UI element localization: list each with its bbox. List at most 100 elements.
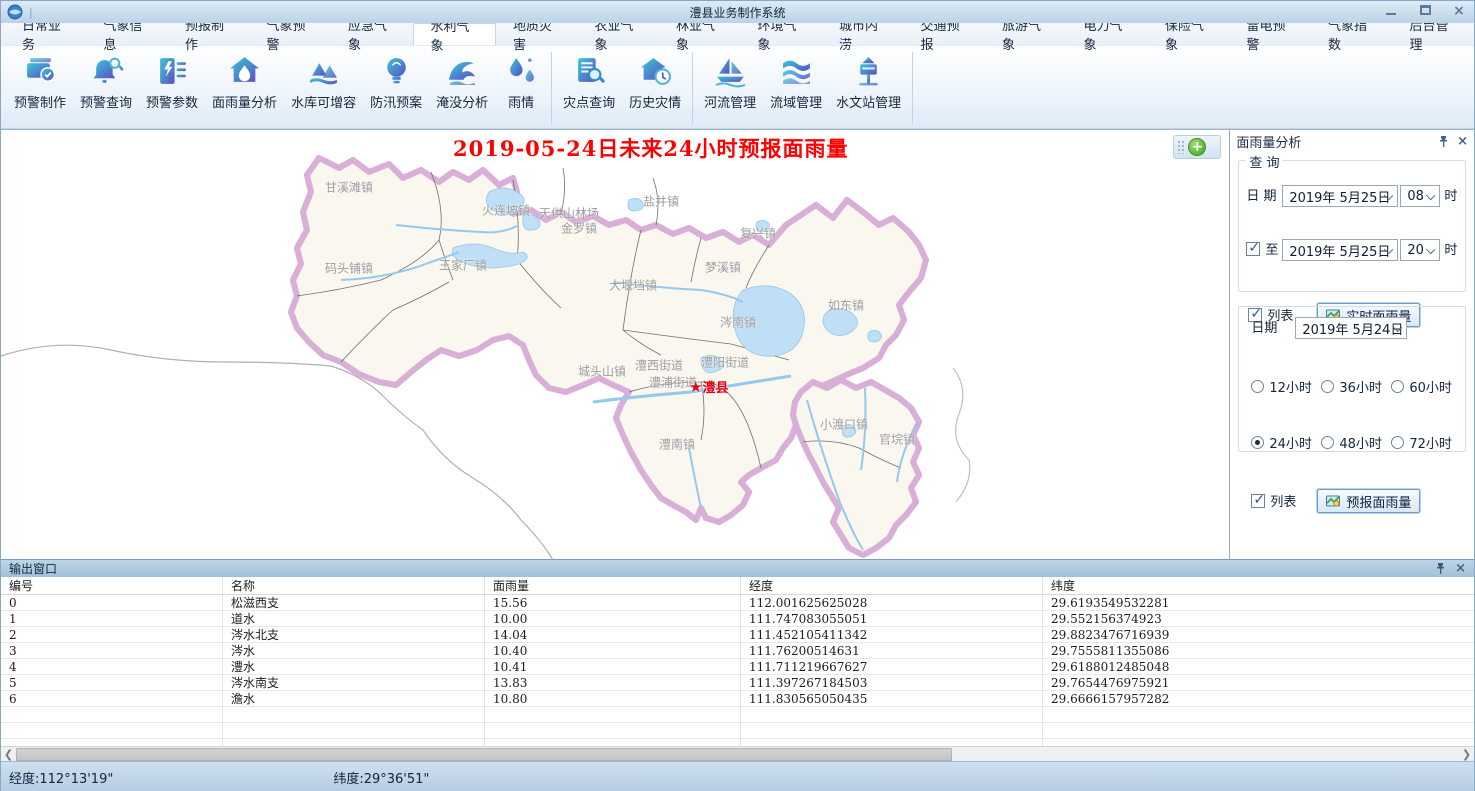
toolbar-label: 面雨量分析: [212, 92, 277, 111]
menu-item-0[interactable]: 日常业务: [5, 23, 87, 45]
radio-24小时[interactable]: 24小时: [1251, 433, 1312, 452]
toolbar-button-house-clock[interactable]: 历史灾情: [622, 50, 688, 126]
toolbar-button-sailboat[interactable]: 河流管理: [697, 50, 763, 126]
hydro-station-icon: [851, 52, 886, 88]
sailboat-icon: [713, 52, 748, 88]
toolbar-button-alert-params[interactable]: 预警参数: [139, 50, 205, 126]
hour-suffix: 时: [1444, 239, 1457, 258]
table-cell: [223, 707, 485, 722]
toolbar-button-hydro-station[interactable]: 水文站管理: [829, 50, 908, 126]
toolbar-button-waves[interactable]: 流域管理: [763, 50, 829, 126]
toolbar-button-lightbulb[interactable]: 防汛预案: [363, 50, 429, 126]
table-cell: 松滋西支: [223, 595, 485, 610]
menu-item-13[interactable]: 电力气象: [1067, 23, 1149, 45]
town-label: 复兴镇: [740, 225, 776, 242]
menu-item-11[interactable]: 交通预报: [904, 23, 986, 45]
menu-item-4[interactable]: 应急气象: [331, 23, 413, 45]
minimize-icon: [1386, 7, 1396, 15]
table-cell: 10.80: [485, 691, 741, 706]
table-cell: [1, 707, 223, 722]
table-row[interactable]: 6澹水10.80111.83056505043529.6666157957282: [1, 691, 1474, 707]
toolbar-button-bell-search[interactable]: 预警查询: [73, 50, 139, 126]
table-row[interactable]: 0松滋西支15.56112.00162562502829.61935495322…: [1, 595, 1474, 611]
minimize-button[interactable]: [1382, 5, 1400, 19]
list-checkbox[interactable]: [1251, 494, 1265, 508]
scroll-right-icon[interactable]: ❯: [1459, 747, 1474, 762]
scroll-left-icon[interactable]: ❮: [1, 747, 16, 762]
menu-item-8[interactable]: 林业气象: [659, 23, 741, 45]
pin-icon[interactable]: [1438, 135, 1449, 148]
horizontal-scrollbar[interactable]: ❮ ❯: [1, 746, 1474, 761]
menu-item-6[interactable]: 地质灾害: [496, 23, 578, 45]
menu-item-3[interactable]: 气象预警: [250, 23, 332, 45]
menu-item-9[interactable]: 环境气象: [741, 23, 823, 45]
close-button[interactable]: ×: [1450, 5, 1468, 19]
table-cell: [1043, 723, 1474, 738]
menu-item-14[interactable]: 保险气象: [1148, 23, 1230, 45]
zoom-add-button[interactable]: +: [1188, 138, 1206, 156]
close-panel-icon[interactable]: ×: [1457, 134, 1468, 149]
hour-to-select[interactable]: 20: [1400, 239, 1440, 261]
radio-12小时[interactable]: 12小时: [1251, 377, 1312, 396]
menu-item-12[interactable]: 旅游气象: [985, 23, 1067, 45]
table-row[interactable]: 4澧水10.41111.71121966762729.6188012485048: [1, 659, 1474, 675]
toolbar-button-raindrops[interactable]: 雨情: [495, 50, 547, 126]
chevron-down-icon: [1426, 191, 1435, 200]
menu-item-2[interactable]: 预报制作: [168, 23, 250, 45]
output-panel-title: 输出窗口: [9, 560, 57, 577]
pin-icon[interactable]: [1435, 562, 1446, 575]
toolbar-button-reservoir[interactable]: 水库可增容: [284, 50, 363, 126]
radio-48小时[interactable]: 48小时: [1321, 433, 1382, 452]
to-checkbox[interactable]: [1246, 242, 1260, 256]
table-row[interactable]: 1道水10.00111.74708305505129.552156374923: [1, 611, 1474, 627]
alert-params-icon: [155, 52, 190, 88]
table-row[interactable]: 3涔水10.40111.7620051463129.7555811355086: [1, 643, 1474, 659]
hour-from-select[interactable]: 08: [1400, 185, 1440, 207]
forecast-date-select[interactable]: 2019年 5月24日: [1295, 317, 1407, 339]
menu-item-15[interactable]: 雷电预警: [1230, 23, 1312, 45]
table-cell: 29.7555811355086: [1043, 643, 1474, 658]
table-row[interactable]: 2涔水北支14.04111.45210541134229.88234767169…: [1, 627, 1474, 643]
map-area[interactable]: 2019-05-24日未来24小时预报面雨量 甘溪滩镇火连坡镇天供山林场金罗镇盐…: [1, 130, 1230, 560]
maximize-button[interactable]: [1416, 5, 1434, 19]
close-panel-icon[interactable]: ×: [1455, 561, 1466, 576]
toolbar-label: 水文站管理: [836, 92, 901, 111]
table-cell: 29.6193549532281: [1043, 595, 1474, 610]
date-to-select[interactable]: 2019年 5月25日: [1282, 239, 1398, 261]
radio-label: 48小时: [1339, 433, 1382, 452]
menu-item-7[interactable]: 农业气象: [578, 23, 660, 45]
town-label: 澧西街道: [635, 357, 683, 374]
scrollbar-thumb[interactable]: [16, 748, 952, 761]
table-empty-row[interactable]: [1, 723, 1474, 739]
wave-icon: [445, 52, 480, 88]
town-label: 涔南镇: [720, 314, 756, 331]
table-cell: 4: [1, 659, 223, 674]
menu-item-1[interactable]: 气象信息: [87, 23, 169, 45]
toolbar-button-doc-search[interactable]: 灾点查询: [556, 50, 622, 126]
menu-item-5[interactable]: 水利气象: [413, 23, 497, 45]
raindrops-icon: [504, 52, 539, 88]
table-cell: 10.40: [485, 643, 741, 658]
menu-item-17[interactable]: 后台管理: [1393, 23, 1475, 45]
date-from-select[interactable]: 2019年 5月25日: [1282, 185, 1398, 207]
menu-item-16[interactable]: 气象指数: [1311, 23, 1393, 45]
table-cell: 112.001625625028: [741, 595, 1043, 610]
table-cell: 29.8823476716939: [1043, 627, 1474, 642]
query-group: 查 询 日 期 2019年 5月25日 08 时 至 2019年 5月25日 2…: [1238, 160, 1466, 292]
radio-36小时[interactable]: 36小时: [1321, 377, 1382, 396]
table-cell: 澹水: [223, 691, 485, 706]
table-cell: [741, 707, 1043, 722]
radio-72小时[interactable]: 72小时: [1391, 433, 1452, 452]
titlebar: | 澧县业务制作系统 ×: [1, 1, 1474, 23]
toolbar-button-wave[interactable]: 淹没分析: [429, 50, 495, 126]
radio-60小时[interactable]: 60小时: [1391, 377, 1452, 396]
toolbar-button-house-raindrop[interactable]: 面雨量分析: [205, 50, 284, 126]
drag-handle-icon[interactable]: [1177, 140, 1185, 154]
toolbar-button-alert-edit[interactable]: 预警制作: [7, 50, 73, 126]
table-empty-row[interactable]: [1, 707, 1474, 723]
table-row[interactable]: 5涔水南支13.83111.39726718450329.76544769759…: [1, 675, 1474, 691]
statusbar: 经度:112°13'19" 纬度:29°36'51": [1, 761, 1474, 791]
forecast-rain-button[interactable]: 预报面雨量: [1317, 489, 1420, 513]
toolbar-divider: [692, 52, 693, 124]
menu-item-10[interactable]: 城市内涝: [822, 23, 904, 45]
